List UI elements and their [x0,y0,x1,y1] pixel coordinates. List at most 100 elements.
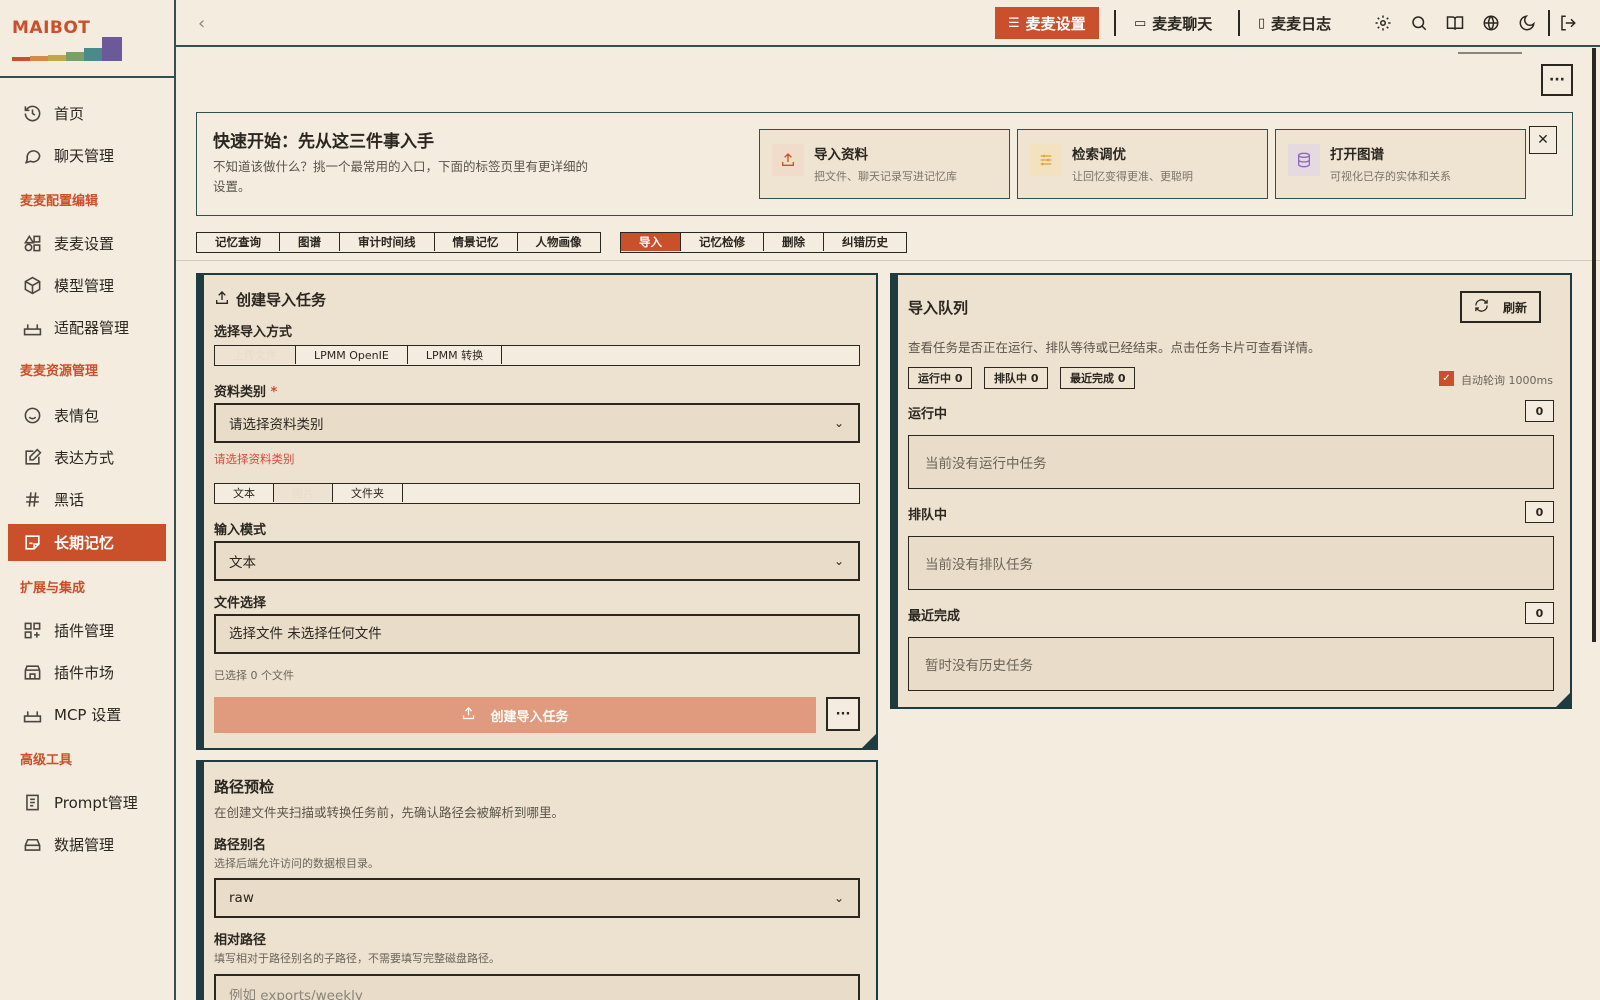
tab-episodic[interactable]: 情景记忆 [435,233,518,251]
tab-logs[interactable]: ▯ 麦麦日志 [1245,7,1344,39]
sidebar-item-label: 聊天管理 [54,147,115,165]
section-config: 麦麦配置编辑 [20,194,99,209]
choose-file-button[interactable]: 选择文件 [229,622,283,642]
quickstart-card-tuning[interactable]: 检索调优 让回忆变得更准、更聪明 [1017,129,1268,199]
sidebar-item-label: 黑话 [54,491,85,509]
scroll-indicator [1458,52,1522,54]
sidebar-item-label: 数据管理 [54,836,115,854]
queued-label: 排队中 [908,508,948,523]
sidebar-item-label: 适配器管理 [54,319,130,337]
tab-settings[interactable]: ☰ 麦麦设置 [995,7,1099,39]
sidebar-item-slang[interactable]: 黑话 [8,481,166,518]
tab-graph[interactable]: 图谱 [280,233,340,251]
scrollbar[interactable] [1592,48,1596,642]
section-advanced: 高级工具 [20,753,73,768]
settings-shapes-icon [22,234,42,254]
grid-plus-icon [22,621,42,641]
document-icon: ▯ [1258,15,1266,31]
create-more-button[interactable]: ··· [826,697,860,731]
tab-audit-timeline[interactable]: 审计时间线 [340,233,435,251]
category-select[interactable]: 请选择资料类别 ⌄ [214,403,860,443]
sidebar-item-memory[interactable]: 长期记忆 [8,524,166,561]
more-options-button[interactable]: ··· [1541,64,1573,96]
sidebar-item-label: 表达方式 [54,449,115,467]
sidebar-item-mcp[interactable]: MCP 设置 [8,696,166,733]
refresh-button[interactable]: 刷新 [1460,291,1542,323]
upload-icon [461,706,476,725]
logout-icon[interactable] [1557,12,1579,34]
quickstart-card-import[interactable]: 导入资料 把文件、聊天记录写进记忆库 [759,129,1010,199]
sidebar-item-home[interactable]: 首页 [8,95,166,132]
router-icon [22,705,42,725]
globe-icon[interactable] [1480,12,1502,34]
file-input[interactable]: 选择文件 未选择任何文件 [214,614,860,654]
sidebar-item-market[interactable]: 插件市场 [8,654,166,691]
close-icon[interactable]: ✕ [1529,126,1557,154]
alias-select[interactable]: raw ⌄ [214,878,860,918]
tab-repair[interactable]: 记忆检修 [681,233,764,251]
drive-icon [22,835,42,855]
quickstart-card-graph[interactable]: 打开图谱 可视化已存的实体和关系 [1275,129,1526,199]
method-option-convert[interactable]: LPMM 转换 [408,346,503,364]
gear-icon[interactable] [1372,12,1394,34]
hash-icon [22,490,42,510]
auto-poll-label: 自动轮询 1000ms [1461,374,1553,387]
running-empty: 当前没有运行中任务 [908,435,1554,489]
store-icon [22,663,42,683]
sidebar-item-label: 插件市场 [54,664,115,682]
logo[interactable]: MAIBOT [0,0,174,78]
create-import-button[interactable]: 创建导入任务 [214,697,816,733]
search-icon[interactable] [1408,12,1430,34]
tab-import[interactable]: 导入 [621,233,681,251]
done-count: 0 [1525,602,1554,624]
input-mode-select[interactable]: 文本 ⌄ [214,541,860,581]
running-label: 运行中 [908,407,948,422]
sidebar-item-plugins[interactable]: 插件管理 [8,612,166,649]
sidebar-item-stickers[interactable]: 表情包 [8,397,166,434]
alias-label: 路径别名 [214,838,267,853]
auto-poll-checkbox[interactable]: ✓ [1439,371,1454,386]
sidebar-item-expressions[interactable]: 表达方式 [8,439,166,476]
badge-running: 运行中 0 [908,367,973,389]
sidebar-item-chat[interactable]: 聊天管理 [8,137,166,174]
topbar: ‹ ☰ 麦麦设置 ▭ 麦麦聊天 ▯ 麦麦日志 [176,0,1600,47]
divider [1114,10,1116,36]
sidebar-item-data[interactable]: 数据管理 [8,826,166,863]
done-label: 最近完成 [908,609,961,624]
panel-corner [1554,691,1572,709]
upload-icon [214,290,230,310]
tab-chat[interactable]: ▭ 麦麦聊天 [1121,7,1225,39]
relpath-input[interactable]: 例如 exports/weekly [214,974,860,1000]
chat-icon: ▭ [1134,15,1147,31]
sidebar-item-settings[interactable]: 麦麦设置 [8,225,166,262]
panel-corner [860,732,878,750]
chevron-down-icon: ⌄ [833,891,844,905]
tab-correction-history[interactable]: 纠错历史 [824,233,906,251]
sidebar-item-label: 首页 [54,105,85,123]
category-label: 资料类别 * [214,385,278,400]
divider [1548,10,1550,36]
quickstart-desc: 不知道该做什么？挑一个最常用的入口，下面的标签页里有更详细的设置。 [213,159,589,194]
refresh-icon [1474,298,1489,316]
source-option-text[interactable]: 文本 [215,484,274,502]
done-empty: 暂时没有历史任务 [908,637,1554,691]
sidebar-item-adapters[interactable]: 适配器管理 [8,309,166,346]
sidebar-item-models[interactable]: 模型管理 [8,267,166,304]
source-option-folder[interactable]: 文件夹 [333,484,403,502]
tab-delete[interactable]: 删除 [764,233,824,251]
source-type-selector: 文本 图片 文件夹 [214,483,860,504]
moon-icon[interactable] [1516,12,1538,34]
method-option-upload[interactable]: 上传文件 [215,346,296,364]
category-error: 请选择资料类别 [214,452,295,466]
back-chevron-icon[interactable]: ‹ [198,13,205,34]
tab-memory-query[interactable]: 记忆查询 [197,233,280,251]
queued-empty: 当前没有排队任务 [908,536,1554,590]
chevron-down-icon: ⌄ [833,416,844,430]
create-import-panel: 创建导入任务 选择导入方式 上传文件 LPMM OpenIE LPMM 转换 资… [196,273,878,750]
source-option-image[interactable]: 图片 [274,484,333,502]
path-desc: 在创建文件夹扫描或转换任务前，先确认路径会被解析到哪里。 [214,805,565,820]
method-option-openie[interactable]: LPMM OpenIE [296,346,408,364]
book-icon[interactable] [1444,12,1466,34]
tab-persona[interactable]: 人物画像 [518,233,600,251]
sidebar-item-prompt[interactable]: Prompt管理 [8,784,166,821]
